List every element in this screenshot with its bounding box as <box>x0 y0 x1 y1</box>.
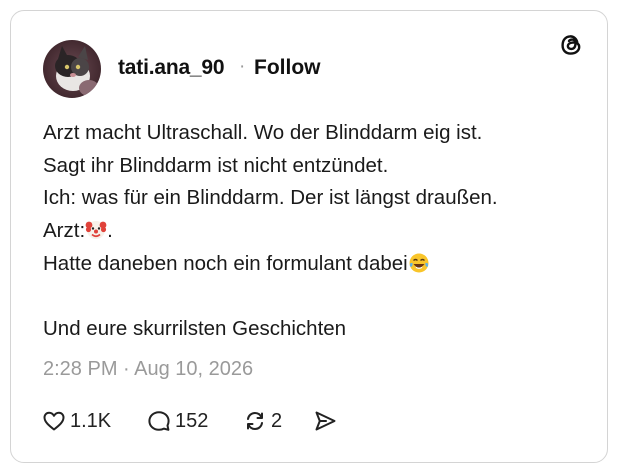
tears-of-joy-emoji-icon <box>409 253 429 273</box>
like-button[interactable]: 1.1K <box>41 408 146 434</box>
post-line: Ich: was für ein Blinddarm. Der ist läng… <box>43 186 498 210</box>
post-line-blank <box>43 280 583 313</box>
post-line-text: Arzt: <box>43 219 86 243</box>
post-line-with-emoji: Hatte daneben noch ein formulant dabei <box>43 248 583 281</box>
avatar[interactable] <box>43 40 101 98</box>
post-line-with-emoji: Arzt: . <box>43 215 583 248</box>
post-body: Arzt macht Ultraschall. Wo der Blinddarm… <box>43 117 583 346</box>
action-bar: 1.1K 152 2 <box>41 407 338 435</box>
share-icon <box>315 411 336 431</box>
post-line: Und eure skurrilsten Geschichten <box>43 317 347 341</box>
repost-button[interactable]: 2 <box>242 408 312 434</box>
heart-icon <box>43 411 65 431</box>
post-line: Sagt ihr Blinddarm ist nicht entzündet. <box>43 153 389 177</box>
follow-button[interactable]: Follow <box>254 56 321 80</box>
reply-button[interactable]: 152 <box>146 408 242 434</box>
repost-icon <box>247 411 263 431</box>
share-button[interactable] <box>312 408 338 434</box>
username[interactable]: tati.ana_90 <box>118 56 225 80</box>
like-count: 1.1K <box>70 409 112 432</box>
post-card: tati.ana_90 · Follow Arzt macht Ultrasch… <box>10 10 608 463</box>
repost-count: 2 <box>271 409 283 432</box>
threads-logo-icon[interactable] <box>557 31 585 59</box>
post-line-suffix: . <box>107 219 113 243</box>
reply-count: 152 <box>175 409 209 432</box>
separator-dot: · <box>239 56 246 77</box>
comment-icon <box>148 411 170 431</box>
clown-face-emoji-icon <box>85 221 107 240</box>
post-line: Arzt macht Ultraschall. Wo der Blinddarm… <box>43 121 483 144</box>
post-timestamp[interactable]: 2:28 PM · Aug 10, 2026 <box>43 358 253 381</box>
post-line-text: Hatte daneben noch ein formulant dabei <box>43 251 408 275</box>
